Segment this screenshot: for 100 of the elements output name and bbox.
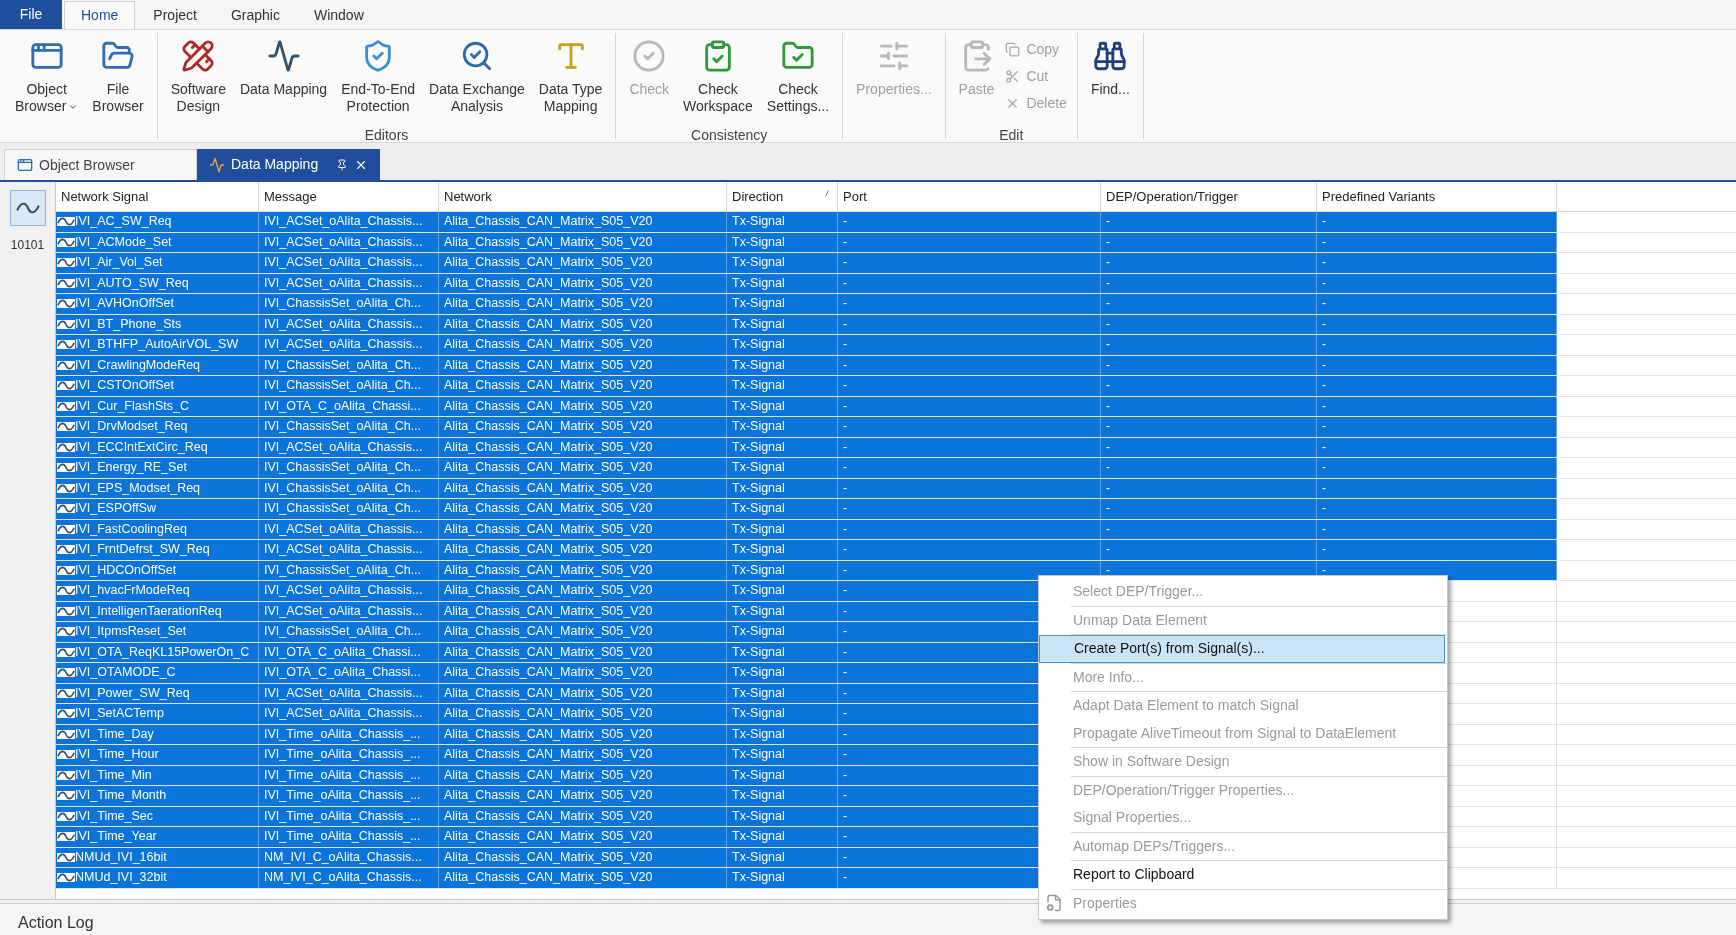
panel-title: Action Log: [18, 914, 94, 931]
copy-icon: [1005, 42, 1021, 57]
table-cell: -: [838, 519, 1101, 539]
table-cell: IVI_Time_oAlita_Chassis_...: [259, 827, 439, 847]
table-cell: IVI_Power_SW_Req: [56, 683, 259, 703]
table-cell: -: [1101, 212, 1317, 232]
bit-label: 10101: [10, 237, 45, 254]
table-cell: IVI_ACSet_oAlita_Chassis...: [259, 581, 439, 601]
ribbon-button[interactable]: Data Exchange Analysis: [422, 33, 532, 125]
table-cell: Tx-Signal: [727, 232, 838, 252]
column-header[interactable]: Port: [838, 182, 1101, 211]
wave-icon: [57, 545, 75, 555]
wave-icon: [57, 319, 75, 329]
table-cell: Alita_Chassis_CAN_Matrix_S05_V20: [439, 417, 727, 437]
table-cell: Tx-Signal: [727, 273, 838, 293]
table-cell: Tx-Signal: [727, 355, 838, 375]
table-cell: IVI_ChassisSet_oAlita_Ch...: [259, 417, 439, 437]
menu-item[interactable]: Create Port(s) from Signal(s)...: [1039, 635, 1445, 663]
column-header[interactable]: DEP/Operation/Trigger: [1101, 182, 1317, 211]
ribbon-button[interactable]: End-To-End Protection: [334, 33, 423, 125]
table-cell: Tx-Signal: [727, 786, 838, 806]
table-cell: -: [838, 437, 1101, 457]
wave-button[interactable]: [9, 190, 46, 226]
table-cell: -: [838, 396, 1101, 416]
table-cell: IVI_ChassisSet_oAlita_Ch...: [259, 376, 439, 396]
table-cell: -: [1317, 212, 1557, 232]
table-cell: Alita_Chassis_CAN_Matrix_S05_V20: [439, 745, 727, 765]
table-cell: -: [1101, 355, 1317, 375]
table-cell: IVI_Air_Vol_Set: [56, 253, 259, 273]
table-cell: IVI_ACSet_oAlita_Chassis...: [259, 519, 439, 539]
sort-icon: [825, 190, 829, 197]
ribbon-button[interactable]: File Browser: [85, 33, 151, 125]
table-cell: NM_IVI_C_oAlita_Chassis...: [259, 847, 439, 867]
column-header[interactable]: Predefined Variants: [1317, 182, 1557, 211]
menu-tab[interactable]: Home: [64, 1, 136, 29]
ribbon-button[interactable]: Find...: [1083, 33, 1137, 125]
wave-icon: [57, 688, 75, 698]
wave-icon: [57, 483, 75, 493]
ribbon-button[interactable]: Data Type Mapping: [531, 33, 610, 125]
table-cell: -: [1101, 540, 1317, 560]
table-cell: Alita_Chassis_CAN_Matrix_S05_V20: [439, 642, 727, 662]
menu-tab[interactable]: Project: [137, 1, 213, 29]
table-cell: Alita_Chassis_CAN_Matrix_S05_V20: [439, 540, 727, 560]
document-tab[interactable]: Object Browser: [4, 149, 197, 180]
table-cell: Alita_Chassis_CAN_Matrix_S05_V20: [439, 232, 727, 252]
table-cell: IVI_CSTOnOffSet: [56, 376, 259, 396]
table-cell: IVI_ACSet_oAlita_Chassis...: [259, 540, 439, 560]
column-header[interactable]: Message: [259, 182, 439, 211]
tab-label: Data Mapping: [231, 155, 319, 174]
table-cell: IVI_OTA_ReqKL15PowerOn_C: [56, 642, 259, 662]
wave-icon: [57, 463, 75, 473]
table-cell: -: [1101, 335, 1317, 355]
table-cell: IVI_OTA_C_oAlita_Chassi...: [259, 642, 439, 662]
column-header[interactable]: Network Signal: [56, 182, 259, 211]
table-cell: Alita_Chassis_CAN_Matrix_S05_V20: [439, 724, 727, 744]
ribbon-button[interactable]: Software Design: [163, 33, 233, 125]
table-cell: Tx-Signal: [727, 642, 838, 662]
table-cell: Alita_Chassis_CAN_Matrix_S05_V20: [439, 314, 727, 334]
ribbon-button[interactable]: Check Settings...: [759, 33, 837, 125]
table-cell: Tx-Signal: [727, 540, 838, 560]
menu-tab[interactable]: Window: [297, 1, 380, 29]
document-tab[interactable]: Data Mapping: [197, 149, 380, 180]
table-cell: IVI_OTAMODE_C: [56, 663, 259, 683]
scissors-icon: [1005, 69, 1021, 84]
table-cell: Tx-Signal: [727, 376, 838, 396]
table-cell: -: [1317, 396, 1557, 416]
table-cell: Alita_Chassis_CAN_Matrix_S05_V20: [439, 560, 727, 580]
table-cell: -: [1101, 294, 1317, 314]
wave-icon: [57, 504, 75, 514]
table-cell: IVI_ACSet_oAlita_Chassis...: [259, 704, 439, 724]
menu-tab[interactable]: Graphic: [214, 1, 296, 29]
table-cell: Alita_Chassis_CAN_Matrix_S05_V20: [439, 806, 727, 826]
wave-icon: [57, 729, 75, 739]
table-cell: IVI_ACSet_oAlita_Chassis...: [259, 314, 439, 334]
pin-icon[interactable]: [336, 158, 348, 171]
column-header[interactable]: Direction: [727, 182, 838, 211]
table-cell: IVI_Time_Year: [56, 827, 259, 847]
ribbon-button[interactable]: Object Browser: [8, 33, 86, 125]
wave-icon: [57, 360, 75, 370]
group-label: Editors: [364, 126, 409, 145]
table-cell: IVI_IntelligenTaerationReq: [56, 601, 259, 621]
table-cell: -: [838, 376, 1101, 396]
column-header[interactable]: Network: [439, 182, 727, 211]
table-cell: Tx-Signal: [727, 765, 838, 785]
table-cell: Alita_Chassis_CAN_Matrix_S05_V20: [439, 868, 727, 888]
table-cell: -: [1317, 253, 1557, 273]
ribbon-button[interactable]: Data Mapping: [232, 33, 335, 125]
wave-icon: [57, 299, 75, 309]
table-cell: Tx-Signal: [727, 847, 838, 867]
ribbon-button[interactable]: Check Workspace: [676, 33, 760, 125]
table-cell: IVI_SetACTemp: [56, 704, 259, 724]
table-cell: Alita_Chassis_CAN_Matrix_S05_V20: [439, 335, 727, 355]
table-cell: Alita_Chassis_CAN_Matrix_S05_V20: [439, 765, 727, 785]
file-tab[interactable]: File: [0, 0, 62, 29]
wave-icon: [57, 422, 75, 432]
wave-icon: [57, 278, 75, 288]
table-cell: Tx-Signal: [727, 417, 838, 437]
table-cell: -: [1101, 314, 1317, 334]
table-cell: Alita_Chassis_CAN_Matrix_S05_V20: [439, 294, 727, 314]
table-cell: Alita_Chassis_CAN_Matrix_S05_V20: [439, 663, 727, 683]
